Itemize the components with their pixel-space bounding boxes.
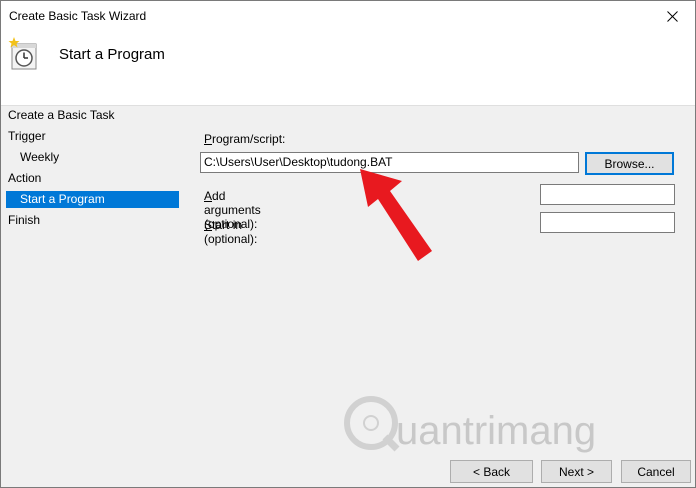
back-arrow-glyph: < xyxy=(472,464,484,479)
wizard-header: Start a Program xyxy=(1,31,695,106)
sidebar-item-finish[interactable]: Finish xyxy=(8,212,179,229)
page-title: Start a Program xyxy=(59,46,165,63)
sidebar-item-action[interactable]: Action xyxy=(8,170,179,187)
close-icon xyxy=(666,10,678,22)
sidebar-item-label: Finish xyxy=(8,213,41,227)
back-button[interactable]: < Back xyxy=(450,460,533,483)
start-in-label: Start in (optional): xyxy=(204,218,258,246)
window-title: Create Basic Task Wizard xyxy=(9,9,147,23)
add-arguments-input[interactable] xyxy=(540,184,675,205)
next-button[interactable]: Next > xyxy=(541,460,612,483)
red-arrow-annotation xyxy=(360,169,432,261)
close-button[interactable] xyxy=(649,1,695,31)
cancel-button[interactable]: Cancel xyxy=(621,460,691,483)
sidebar-item-create-basic-task[interactable]: Create a Basic Task xyxy=(8,107,179,124)
watermark-logo-icon xyxy=(344,396,400,452)
start-in-input[interactable] xyxy=(540,212,675,233)
sidebar-item-label: Start a Program xyxy=(20,192,105,206)
sidebar-item-label: Create a Basic Task xyxy=(8,108,115,122)
sidebar-item-start-a-program[interactable]: Start a Program xyxy=(6,191,179,208)
program-script-label: Program/script: xyxy=(204,132,286,146)
task-scheduler-clock-icon xyxy=(8,37,37,70)
sidebar-item-trigger[interactable]: Trigger xyxy=(8,128,179,145)
browse-button[interactable]: Browse... xyxy=(585,152,674,175)
title-bar: Create Basic Task Wizard xyxy=(1,1,695,31)
steps-sidebar: Create a Basic Task Trigger Weekly Actio… xyxy=(1,106,186,487)
wizard-window: Create Basic Task Wizard Start a Program… xyxy=(0,0,696,488)
back-button-label: Back xyxy=(483,464,511,479)
sidebar-item-label: Action xyxy=(8,171,42,185)
sidebar-item-label: Trigger xyxy=(8,129,46,143)
sidebar-item-label: Weekly xyxy=(20,150,60,164)
watermark-text: uantrimang xyxy=(396,409,597,453)
sidebar-item-weekly[interactable]: Weekly xyxy=(8,149,179,166)
